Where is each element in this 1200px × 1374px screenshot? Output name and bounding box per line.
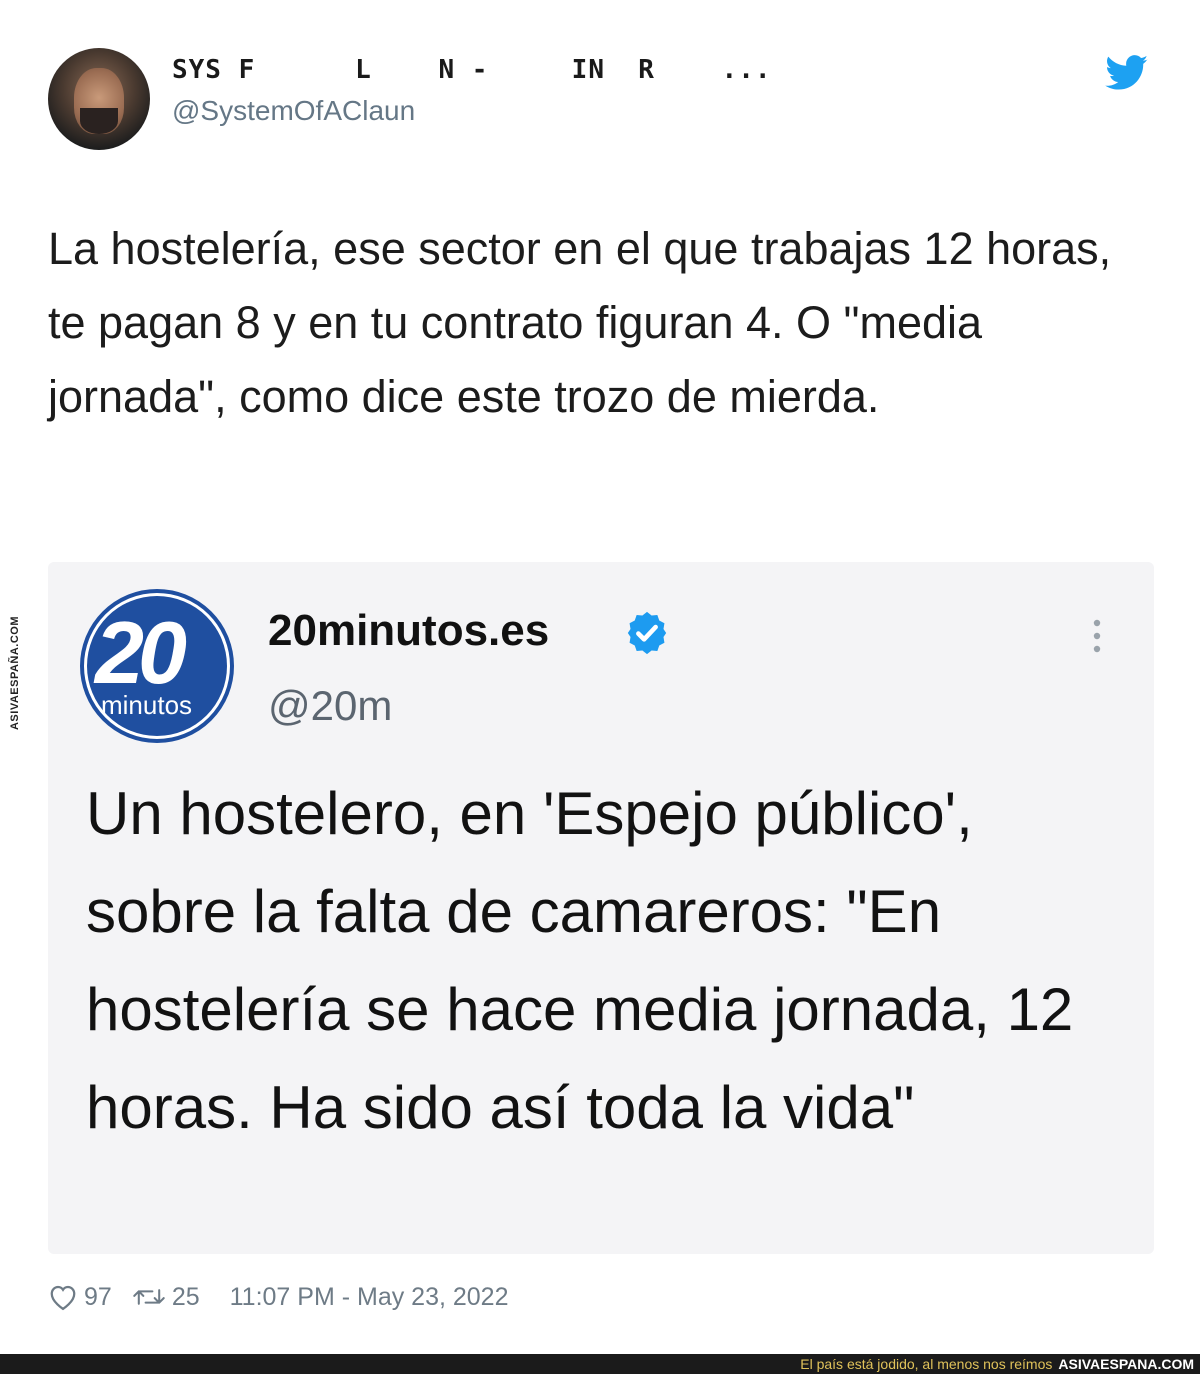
tweet-card: SYS F L N - IN R ... @SystemOfAClaun La … [0,0,1200,1352]
heart-icon[interactable] [48,1283,78,1311]
quoted-avatar-logo: 20 minutos [87,596,227,736]
quoted-user-handle[interactable]: @20m [268,682,392,730]
watermark-site[interactable]: ASIVAESPANA.COM [1058,1356,1194,1372]
quoted-avatar-word: minutos [101,690,193,720]
like-count: 97 [84,1282,112,1311]
retweet-count: 25 [171,1282,200,1311]
quoted-tweet-text: Un hostelero, en 'Espejo público', sobre… [86,780,1074,1141]
verified-badge-icon [627,611,667,655]
user-handle[interactable]: @SystemOfAClaun [172,95,415,127]
bottom-watermark-bar: El país está jodido, al menos nos reímos… [0,1354,1200,1374]
quoted-avatar-number: 20 [95,603,187,702]
tweet-actions: 97 25 11:07 PM - May 23, 2022 [48,1282,508,1312]
quoted-avatar[interactable]: 20 minutos [80,589,234,743]
watermark-caption: El país está jodido, al menos nos reímos [800,1356,1053,1372]
twitter-bird-icon[interactable] [1105,55,1149,91]
user-name[interactable]: SYS F L N - IN R ... [172,55,772,85]
retweet-icon[interactable] [132,1284,166,1310]
tweet-timestamp[interactable]: 11:07 PM - May 23, 2022 [230,1283,509,1312]
more-options-icon[interactable] [1090,618,1104,654]
quoted-user-name[interactable]: 20minutos.es [268,606,549,656]
avatar[interactable] [48,48,150,150]
avatar-beard [80,108,118,134]
tweet-text: La hostelería, ese sector en el que trab… [48,223,1112,422]
